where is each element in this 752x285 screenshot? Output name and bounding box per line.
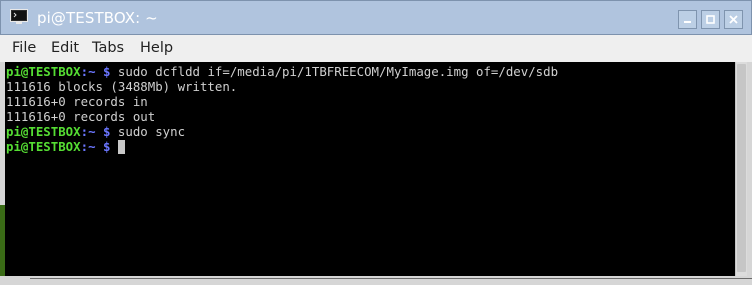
window-bottom-divider: [30, 278, 752, 279]
maximize-button[interactable]: [701, 10, 720, 29]
prompt-separator: :: [80, 124, 89, 139]
terminal-window: pi@TESTBOX: ~ File Edit Tabs Help pi@TES…: [0, 0, 752, 285]
menu-edit[interactable]: Edit: [51, 40, 79, 56]
command-text: sudo sync: [110, 124, 186, 139]
scrollbar-thumb[interactable]: [737, 64, 746, 272]
prompt-separator: :: [80, 64, 89, 79]
terminal-line: 111616 blocks (3488Mb) written.: [6, 79, 238, 94]
command-text: [110, 139, 117, 154]
prompt-user: pi@TESTBOX: [6, 64, 81, 79]
prompt-path: ~ $: [88, 124, 111, 139]
close-button[interactable]: [724, 10, 743, 29]
prompt-path: ~ $: [88, 64, 111, 79]
terminal-output[interactable]: pi@TESTBOX:~ $ sudo dcfldd if=/media/pi/…: [5, 62, 735, 276]
menu-help[interactable]: Help: [140, 40, 173, 56]
terminal-line-current: pi@TESTBOX:~ $: [6, 139, 735, 154]
menu-file[interactable]: File: [12, 40, 36, 56]
terminal-line: pi@TESTBOX:~ $ sudo dcfldd if=/media/pi/…: [6, 64, 735, 79]
terminal-icon: [10, 9, 28, 25]
prompt-user: pi@TESTBOX: [6, 124, 81, 139]
minimize-button[interactable]: [678, 10, 697, 29]
prompt-user: pi@TESTBOX: [6, 139, 81, 154]
menu-bar: File Edit Tabs Help: [0, 35, 752, 62]
window-title: pi@TESTBOX: ~: [37, 9, 158, 27]
terminal-line: 111616+0 records out: [6, 109, 156, 124]
menu-tabs[interactable]: Tabs: [92, 40, 124, 56]
terminal-line: pi@TESTBOX:~ $ sudo sync: [6, 124, 735, 139]
title-bar[interactable]: pi@TESTBOX: ~: [0, 0, 752, 35]
prompt-separator: :: [80, 139, 89, 154]
vertical-scrollbar[interactable]: [735, 62, 747, 276]
command-text: sudo dcfldd if=/media/pi/1TBFREECOM/MyIm…: [110, 64, 559, 79]
text-cursor: [117, 140, 125, 154]
prompt-path: ~ $: [88, 139, 111, 154]
terminal-line: 111616+0 records in: [6, 94, 148, 109]
